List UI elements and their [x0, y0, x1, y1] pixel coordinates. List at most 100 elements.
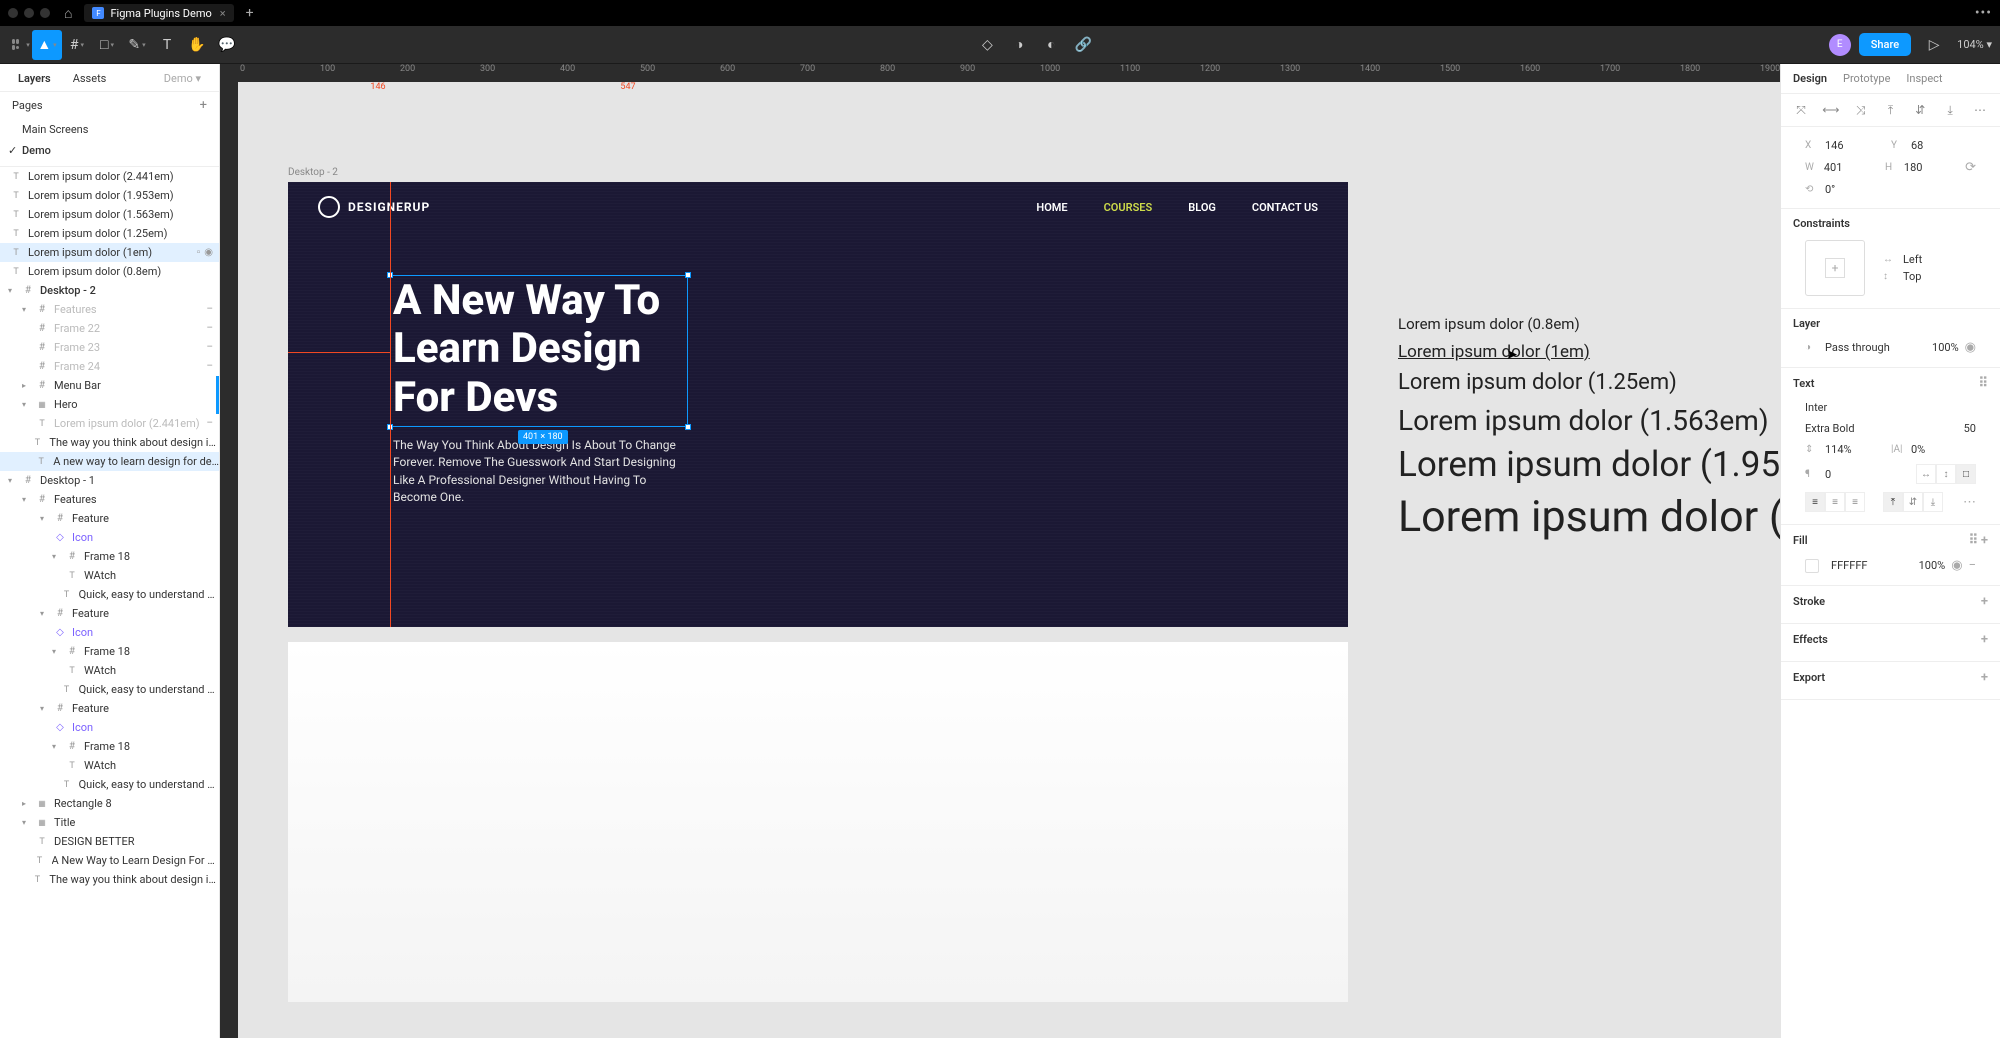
font-weight[interactable]: Extra Bold: [1805, 422, 1958, 435]
layer-features[interactable]: Features–: [0, 300, 219, 319]
layer-hero-subtitle[interactable]: The way you think about design is abo...: [0, 433, 219, 452]
add-effect-icon[interactable]: +: [1981, 632, 1988, 647]
constrain-proportions-icon[interactable]: ⟳: [1965, 160, 1976, 175]
tab-assets[interactable]: Assets: [67, 68, 113, 88]
canvas[interactable]: 0100200300400500600700800900100011001200…: [220, 64, 1780, 1038]
add-export-icon[interactable]: +: [1981, 670, 1988, 685]
boolean-icon[interactable]: ◐: [1036, 30, 1066, 60]
window-controls[interactable]: [8, 8, 50, 18]
zoom-level[interactable]: 104% ▾: [1957, 38, 1992, 51]
field-rotation[interactable]: 0°: [1825, 183, 1885, 196]
line-height[interactable]: 114%: [1825, 443, 1885, 456]
text-align-center-icon[interactable]: ≡: [1825, 492, 1845, 512]
text-settings-icon[interactable]: ⋯: [1963, 495, 1976, 510]
type-sample-195[interactable]: Lorem ipsum dolor (1.953em): [1398, 444, 1780, 485]
text-align-right-icon[interactable]: ≡: [1845, 492, 1865, 512]
remove-fill-icon[interactable]: −: [1969, 558, 1976, 573]
text-align-left-icon[interactable]: ≡: [1805, 492, 1825, 512]
move-tool[interactable]: ▲: [32, 30, 62, 60]
home-icon[interactable]: ⌂: [64, 5, 72, 22]
present-icon[interactable]: ▷: [1919, 30, 1949, 60]
layer-text[interactable]: Lorem ipsum dolor (2.441em): [0, 167, 219, 186]
text-tool[interactable]: T: [152, 30, 182, 60]
more-icon[interactable]: •••: [1975, 5, 1992, 21]
align-left-icon[interactable]: ⤧: [1793, 102, 1809, 118]
layer-quick[interactable]: Quick, easy to understand ma...: [0, 585, 219, 604]
layer-anewway[interactable]: A New Way to Learn Design For Devs: [0, 851, 219, 870]
type-sample-08[interactable]: Lorem ipsum dolor (0.8em): [1398, 315, 1580, 333]
text-style-icon[interactable]: ⠿: [1978, 376, 1988, 391]
fill-style-icon[interactable]: ⠿: [1969, 533, 1979, 548]
layer-feature[interactable]: Feature: [0, 699, 219, 718]
tab-layers[interactable]: Layers: [12, 68, 57, 88]
layer-quick[interactable]: Quick, easy to understand ma...: [0, 775, 219, 794]
constraint-v[interactable]: Top: [1903, 270, 1921, 283]
layer-opacity[interactable]: 100%: [1932, 341, 1959, 354]
text-valign-mid-icon[interactable]: ⇵: [1903, 492, 1923, 512]
layer-frame18[interactable]: Frame 18: [0, 737, 219, 756]
lock-icon[interactable]: ▫: [197, 247, 201, 258]
layer-rect8[interactable]: Rectangle 8: [0, 794, 219, 813]
align-bottom-icon[interactable]: ⤓: [1942, 102, 1958, 118]
layer-frame23[interactable]: Frame 23–: [0, 338, 219, 357]
constraints-widget[interactable]: +: [1805, 240, 1865, 296]
comment-tool[interactable]: 💬: [212, 30, 242, 60]
layer-frame18[interactable]: Frame 18: [0, 547, 219, 566]
layer-frame-desktop1[interactable]: Desktop - 1: [0, 471, 219, 490]
layer-frame22[interactable]: Frame 22–: [0, 319, 219, 338]
layer-features-d1[interactable]: Features: [0, 490, 219, 509]
layer-text[interactable]: Lorem ipsum dolor (1.25em): [0, 224, 219, 243]
layer-frame-desktop2[interactable]: Desktop - 2: [0, 281, 219, 300]
font-size[interactable]: 50: [1964, 422, 1976, 435]
type-sample-156[interactable]: Lorem ipsum dolor (1.563em): [1398, 404, 1769, 437]
align-hcenter-icon[interactable]: ⟷: [1823, 102, 1839, 118]
font-family[interactable]: Inter: [1805, 401, 1976, 414]
autoheight-icon[interactable]: ↕: [1936, 464, 1956, 484]
layer-icon[interactable]: Icon: [0, 623, 219, 642]
page-dropdown[interactable]: Demo ▾: [158, 68, 207, 88]
layer-hero[interactable]: Hero: [0, 395, 219, 414]
main-menu-icon[interactable]: [8, 30, 32, 60]
field-h[interactable]: 180: [1904, 161, 1959, 174]
user-avatar[interactable]: E: [1829, 34, 1851, 56]
layer-frame18[interactable]: Frame 18: [0, 642, 219, 661]
layer-frame24[interactable]: Frame 24–: [0, 357, 219, 376]
fill-swatch[interactable]: [1805, 559, 1819, 573]
type-sample-125[interactable]: Lorem ipsum dolor (1.25em): [1398, 370, 1677, 395]
layer-hero-title[interactable]: A new way to learn design for devs: [0, 452, 219, 471]
nav-courses[interactable]: COURSES: [1104, 201, 1153, 214]
add-stroke-icon[interactable]: +: [1981, 594, 1988, 609]
document-tab[interactable]: F Figma Plugins Demo ×: [84, 4, 233, 22]
fill-opacity[interactable]: 100%: [1919, 559, 1946, 572]
share-button[interactable]: Share: [1859, 33, 1911, 56]
layer-watch[interactable]: WAtch: [0, 756, 219, 775]
link-icon[interactable]: 🔗: [1068, 30, 1098, 60]
layer-feature[interactable]: Feature: [0, 509, 219, 528]
layer-watch[interactable]: WAtch: [0, 661, 219, 680]
text-valign-top-icon[interactable]: ⤒: [1883, 492, 1903, 512]
pen-tool[interactable]: ✎: [122, 30, 152, 60]
nav-home[interactable]: HOME: [1036, 201, 1067, 214]
autowidth-icon[interactable]: ↔: [1916, 464, 1936, 484]
tab-inspect[interactable]: Inspect: [1906, 72, 1942, 85]
align-top-icon[interactable]: ⤒: [1882, 102, 1898, 118]
layer-quick[interactable]: Quick, easy to understand ma...: [0, 680, 219, 699]
type-sample-10[interactable]: Lorem ipsum dolor (1em): [1398, 342, 1590, 362]
align-vcenter-icon[interactable]: ⇵: [1912, 102, 1928, 118]
layer-hero-sample[interactable]: Lorem ipsum dolor (2.441em)–: [0, 414, 219, 433]
layer-watch[interactable]: WAtch: [0, 566, 219, 585]
layer-text[interactable]: Lorem ipsum dolor (0.8em): [0, 262, 219, 281]
fill-hex[interactable]: FFFFFF: [1831, 559, 1913, 572]
tab-design[interactable]: Design: [1793, 72, 1827, 85]
constraint-h[interactable]: Left: [1903, 253, 1922, 266]
layer-text[interactable]: Lorem ipsum dolor (1.563em): [0, 205, 219, 224]
nav-blog[interactable]: BLOG: [1188, 201, 1216, 214]
layer-icon[interactable]: Icon: [0, 718, 219, 737]
blend-mode[interactable]: Pass through: [1825, 341, 1926, 354]
visibility-icon[interactable]: ◉: [204, 247, 213, 258]
shape-tool[interactable]: □: [92, 30, 122, 60]
field-y[interactable]: 68: [1911, 139, 1971, 152]
layer-icon[interactable]: Icon: [0, 528, 219, 547]
letter-spacing[interactable]: 0%: [1911, 443, 1971, 456]
page-demo[interactable]: Demo: [0, 140, 219, 161]
